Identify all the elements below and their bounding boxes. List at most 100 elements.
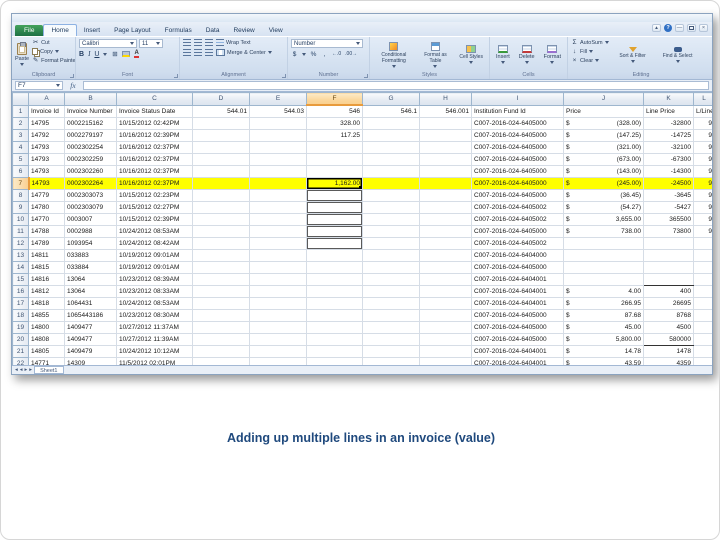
cell-J22[interactable]: $43.59 xyxy=(563,357,644,365)
cell-C13[interactable]: 10/19/2012 09:01AM xyxy=(116,249,193,262)
cell-H20[interactable] xyxy=(419,333,472,346)
cell-I4[interactable]: C007-2016-024-6405000 xyxy=(471,141,564,154)
cell-E5[interactable] xyxy=(249,153,307,166)
cell-C5[interactable]: 10/16/2012 02:37PM xyxy=(116,153,193,166)
cell-J4[interactable]: $ (321.00) xyxy=(563,141,644,154)
cell-D3[interactable] xyxy=(192,129,250,142)
cell-G5[interactable] xyxy=(362,153,420,166)
cell-A10[interactable]: 14770 xyxy=(28,213,65,226)
cell-J8[interactable]: $ (36.45) xyxy=(563,189,644,202)
cell-K13[interactable] xyxy=(643,249,694,262)
insert-button[interactable]: Insert xyxy=(496,39,510,70)
cell-C20[interactable]: 10/27/2012 11:39AM xyxy=(116,333,193,346)
cell-E15[interactable] xyxy=(249,273,307,286)
cell-C7[interactable]: 10/16/2012 02:37PM xyxy=(116,177,193,190)
font-size-select[interactable]: 11 xyxy=(139,39,163,48)
cell-L11[interactable]: 9 xyxy=(693,225,712,238)
col-header-F[interactable]: F xyxy=(306,92,363,106)
cell-C18[interactable]: 10/23/2012 08:30AM xyxy=(116,309,193,322)
cell-K22[interactable]: 4359 xyxy=(643,357,694,365)
dialog-launcher-icon[interactable] xyxy=(174,74,178,78)
cell-L20[interactable] xyxy=(693,333,712,346)
col-header-A[interactable]: A xyxy=(28,92,65,106)
cell-G12[interactable] xyxy=(362,237,420,250)
next-sheet-icon[interactable]: ▸ xyxy=(25,367,28,373)
cell-B18[interactable]: 1065443186 xyxy=(64,309,117,322)
cell-G10[interactable] xyxy=(362,213,420,226)
col-header-D[interactable]: D xyxy=(192,92,250,106)
cell-H10[interactable] xyxy=(419,213,472,226)
cell-I12[interactable]: C007-2016-024-6405002 xyxy=(471,237,564,250)
cell-K21[interactable]: 1478 xyxy=(643,345,694,358)
copy-button[interactable]: Copy xyxy=(32,48,75,55)
cell-A1[interactable]: Invoice Id xyxy=(28,105,65,118)
cell-L13[interactable] xyxy=(693,249,712,262)
cell-J20[interactable]: $5,800.00 xyxy=(563,333,644,346)
row-header-2[interactable]: 2 xyxy=(12,117,29,130)
cell-G9[interactable] xyxy=(362,201,420,214)
row-header-3[interactable]: 3 xyxy=(12,129,29,142)
cell-A11[interactable]: 14788 xyxy=(28,225,65,238)
cell-K19[interactable]: 4500 xyxy=(643,321,694,334)
cell-D13[interactable] xyxy=(192,249,250,262)
dialog-launcher-icon[interactable] xyxy=(282,74,286,78)
cell-L7[interactable]: 9 xyxy=(693,177,712,190)
cell-K5[interactable]: -67300 xyxy=(643,153,694,166)
cell-G4[interactable] xyxy=(362,141,420,154)
cell-F13[interactable] xyxy=(306,249,363,262)
cell-K9[interactable]: -5427 xyxy=(643,201,694,214)
cell-I5[interactable]: C007-2016-024-6405000 xyxy=(471,153,564,166)
cell-F11[interactable] xyxy=(306,225,363,238)
col-header-B[interactable]: B xyxy=(64,92,117,106)
cell-J21[interactable]: $14.78 xyxy=(563,345,644,358)
cell-G16[interactable] xyxy=(362,285,420,298)
cell-F9[interactable] xyxy=(306,201,363,214)
row-header-12[interactable]: 12 xyxy=(12,237,29,250)
minimize-icon[interactable]: — xyxy=(675,24,684,32)
cell-E19[interactable] xyxy=(249,321,307,334)
cell-J13[interactable] xyxy=(563,249,644,262)
cell-G7[interactable] xyxy=(362,177,420,190)
cell-A18[interactable]: 14855 xyxy=(28,309,65,322)
cell-styles-button[interactable]: Cell Styles xyxy=(457,39,485,70)
cell-E10[interactable] xyxy=(249,213,307,226)
cell-E13[interactable] xyxy=(249,249,307,262)
cell-G15[interactable] xyxy=(362,273,420,286)
cell-A13[interactable]: 14811 xyxy=(28,249,65,262)
cell-B15[interactable]: 13064 xyxy=(64,273,117,286)
cell-C12[interactable]: 10/24/2012 08:42AM xyxy=(116,237,193,250)
dialog-launcher-icon[interactable] xyxy=(364,74,368,78)
autosum-button[interactable]: Σ AutoSum xyxy=(571,39,609,46)
cell-H19[interactable] xyxy=(419,321,472,334)
cell-A12[interactable]: 14789 xyxy=(28,237,65,250)
cell-K16[interactable]: 400 xyxy=(643,285,694,298)
underline-button[interactable]: U xyxy=(94,51,99,58)
cell-H21[interactable] xyxy=(419,345,472,358)
cell-A14[interactable]: 14815 xyxy=(28,261,65,274)
row-header-22[interactable]: 22 xyxy=(12,357,29,365)
select-all-corner[interactable] xyxy=(12,92,29,106)
cell-D5[interactable] xyxy=(192,153,250,166)
cell-C2[interactable]: 10/15/2012 02:42PM xyxy=(116,117,193,130)
cell-L12[interactable] xyxy=(693,237,712,250)
cell-A15[interactable]: 14816 xyxy=(28,273,65,286)
delete-button[interactable]: Delete xyxy=(519,39,535,70)
row-header-19[interactable]: 19 xyxy=(12,321,29,334)
cell-F2[interactable]: 328.00 xyxy=(306,117,363,130)
cell-I13[interactable]: C007-2016-024-6404000 xyxy=(471,249,564,262)
row-header-13[interactable]: 13 xyxy=(12,249,29,262)
cell-H17[interactable] xyxy=(419,297,472,310)
cell-K14[interactable] xyxy=(643,261,694,274)
cell-G19[interactable] xyxy=(362,321,420,334)
cell-A4[interactable]: 14793 xyxy=(28,141,65,154)
col-header-C[interactable]: C xyxy=(116,92,193,106)
cell-G13[interactable] xyxy=(362,249,420,262)
row-header-4[interactable]: 4 xyxy=(12,141,29,154)
row-header-14[interactable]: 14 xyxy=(12,261,29,274)
cell-A9[interactable]: 14780 xyxy=(28,201,65,214)
cell-I3[interactable]: C007-2016-024-6405000 xyxy=(471,129,564,142)
cell-A8[interactable]: 14779 xyxy=(28,189,65,202)
cell-B8[interactable]: 0002303073 xyxy=(64,189,117,202)
cell-F6[interactable] xyxy=(306,165,363,178)
cell-L18[interactable] xyxy=(693,309,712,322)
